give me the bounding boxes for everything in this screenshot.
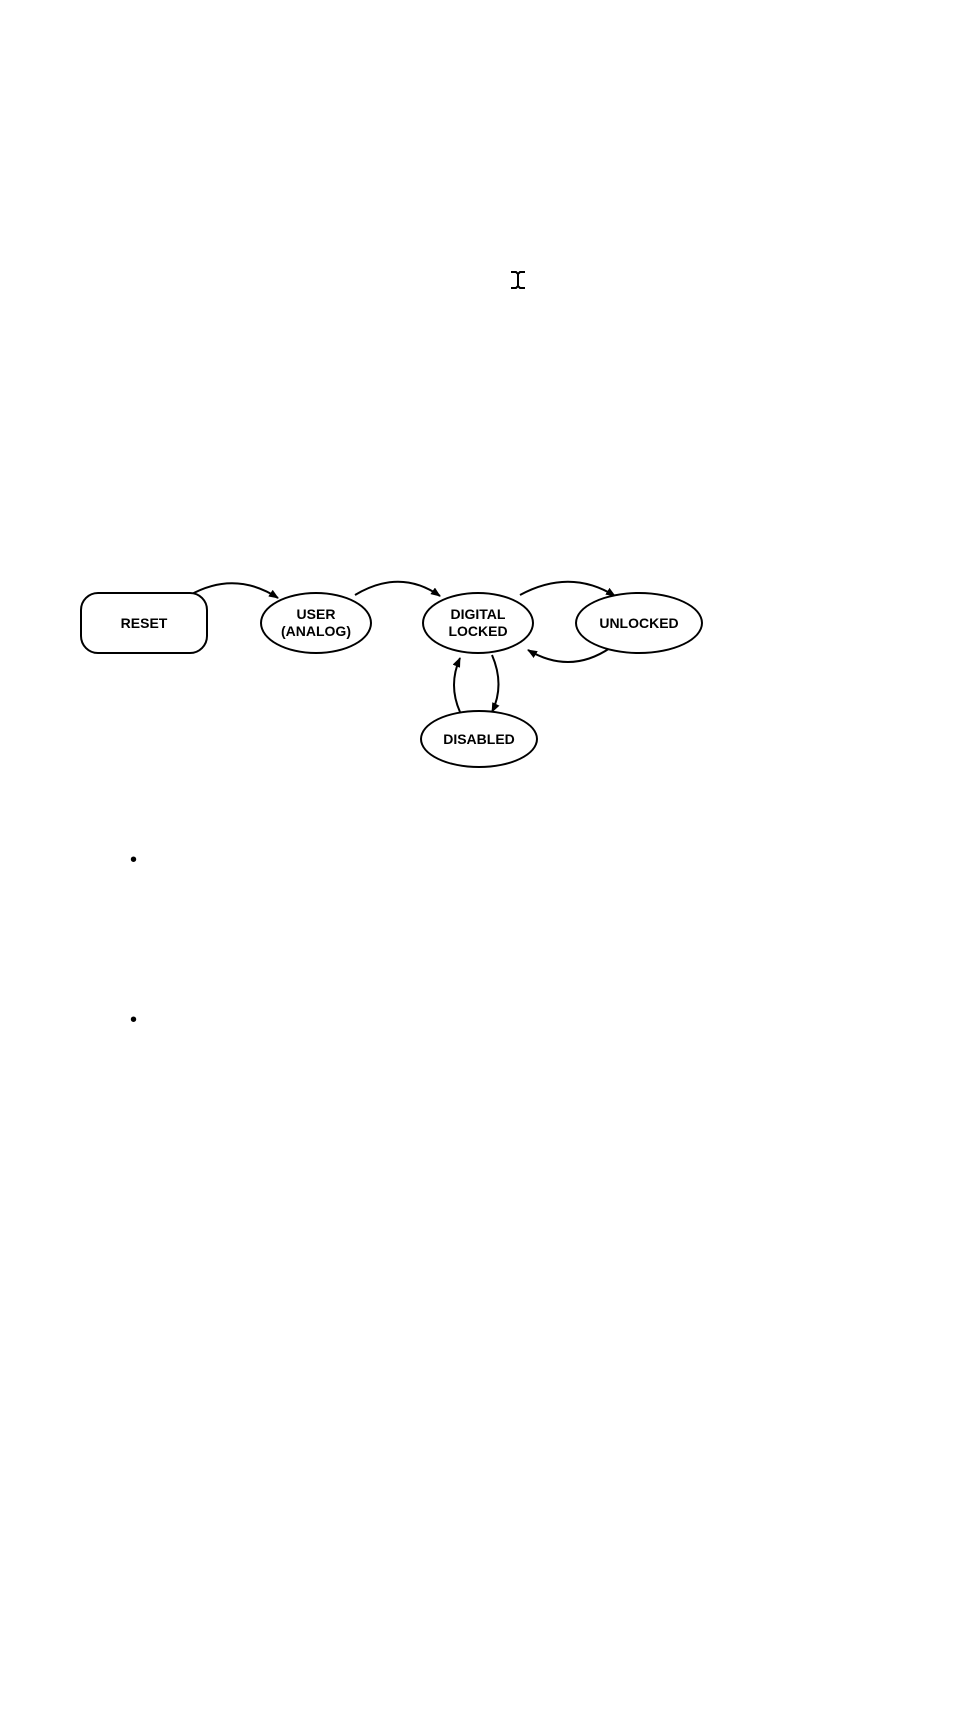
node-unlocked-label: UNLOCKED xyxy=(599,615,678,632)
node-user-analog: USER (ANALOG) xyxy=(260,592,372,654)
node-digital-locked: DIGITAL LOCKED xyxy=(422,592,534,654)
node-reset: RESET xyxy=(80,592,208,654)
bullet-1: • xyxy=(130,850,137,870)
node-disabled-label: DISABLED xyxy=(443,731,515,748)
node-digital-locked-label: DIGITAL LOCKED xyxy=(448,606,507,640)
node-reset-label: RESET xyxy=(121,615,168,632)
bullet-2: • xyxy=(130,1010,137,1030)
text-cursor-icon xyxy=(510,270,526,296)
bullet-list: • • xyxy=(130,850,137,1170)
node-user-analog-label: USER (ANALOG) xyxy=(281,606,351,640)
node-disabled: DISABLED xyxy=(420,710,538,768)
state-diagram: RESET USER (ANALOG) DIGITAL LOCKED UNLOC… xyxy=(80,580,720,800)
node-unlocked: UNLOCKED xyxy=(575,592,703,654)
